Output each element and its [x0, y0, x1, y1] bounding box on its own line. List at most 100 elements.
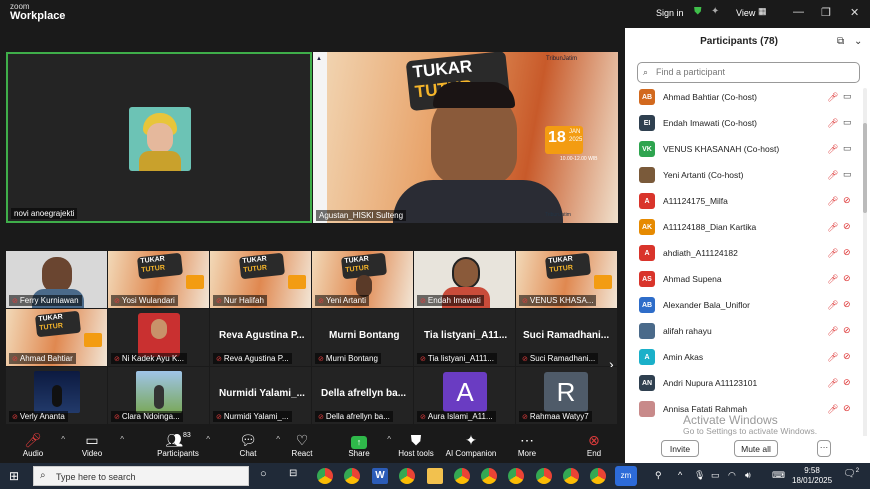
- word-icon[interactable]: W: [372, 468, 388, 484]
- video-tile[interactable]: TUKAR TUTUR ⊘ Ahmad Bahtiar: [6, 309, 107, 366]
- chrome-icon[interactable]: [399, 468, 415, 484]
- sign-in-button[interactable]: Sign in: [656, 8, 684, 18]
- chrome-icon[interactable]: [590, 468, 606, 484]
- video-tile[interactable]: Murni Bontang ⊘ Murni Bontang: [312, 309, 413, 366]
- notification-icon[interactable]: 🗨︎2: [843, 468, 859, 479]
- camera-icon[interactable]: ▭: [843, 91, 852, 102]
- video-button[interactable]: ▭ Video ^: [64, 432, 124, 458]
- microphone-icon[interactable]: 🎙︎: [694, 470, 705, 481]
- chrome-icon[interactable]: [536, 468, 552, 484]
- minimize-button[interactable]: —: [793, 6, 804, 18]
- widgets-icon[interactable]: ⊟: [289, 468, 297, 479]
- mic-muted-icon[interactable]: 🎤︎: [827, 404, 838, 415]
- keyboard-icon[interactable]: ⌨: [772, 470, 785, 481]
- popout-icon[interactable]: ⧉: [837, 36, 844, 47]
- search-input[interactable]: ⌕ Find a participant: [637, 62, 860, 83]
- chrome-icon[interactable]: [454, 468, 470, 484]
- camera-off-icon[interactable]: ⊘: [843, 247, 851, 258]
- scrollbar-thumb[interactable]: [863, 123, 867, 213]
- participant-row[interactable]: EI Endah Imawati (Co-host) 🎤︎ ▭: [625, 111, 857, 137]
- video-tile[interactable]: TUKAR TUTUR ⊘ Yeni Artanti: [312, 251, 413, 308]
- chat-button[interactable]: 💬︎ Chat ^: [220, 432, 280, 458]
- mic-muted-icon[interactable]: 🎤︎: [827, 92, 838, 103]
- mic-muted-icon[interactable]: 🎤︎: [827, 170, 838, 181]
- camera-off-icon[interactable]: ⊘: [843, 377, 851, 388]
- host-tools-button[interactable]: ⛊ Host tools: [388, 432, 444, 458]
- video-tile[interactable]: ⊘ Ferry Kurniawan: [6, 251, 107, 308]
- participant-row[interactable]: alifah rahayu 🎤︎ ⊘: [625, 319, 857, 345]
- chrome-icon[interactable]: [481, 468, 497, 484]
- battery-icon[interactable]: ▭: [711, 470, 720, 481]
- mic-muted-icon[interactable]: 🎤︎: [827, 196, 838, 207]
- system-clock[interactable]: 9:58 18/01/2025: [792, 466, 832, 485]
- chrome-icon[interactable]: [317, 468, 333, 484]
- mic-muted-icon[interactable]: 🎤︎: [827, 326, 838, 337]
- mic-muted-icon[interactable]: 🎤︎: [827, 274, 838, 285]
- video-tile[interactable]: ⊘ Clara Ndoinga...: [108, 367, 209, 424]
- taskbar-search[interactable]: ⌕ Type here to search: [33, 466, 249, 486]
- video-tile[interactable]: ⊘ Verly Ananta: [6, 367, 107, 424]
- participant-row[interactable]: VK VENUS KHASANAH (Co-host) 🎤︎ ▭: [625, 137, 857, 163]
- video-tile[interactable]: TUKAR TUTUR ⊘ VENUS KHASA...: [516, 251, 617, 308]
- mic-muted-icon[interactable]: 🎤︎: [827, 300, 838, 311]
- more-button[interactable]: ⋯ More: [499, 432, 555, 458]
- participant-row[interactable]: AN Andri Nupura A11123101 🎤︎ ⊘: [625, 371, 857, 397]
- close-button[interactable]: ✕: [850, 6, 859, 19]
- sparkle-icon[interactable]: ✦: [711, 6, 719, 17]
- chevron-up-icon[interactable]: ^: [678, 470, 682, 480]
- windows-start-icon[interactable]: ⊞: [9, 469, 19, 483]
- mic-muted-icon[interactable]: 🎤︎: [827, 378, 838, 389]
- chevron-up-icon[interactable]: ^: [206, 435, 210, 444]
- restore-button[interactable]: ❐: [821, 6, 831, 19]
- participant-row[interactable]: AK A11124188_Dian Kartika 🎤︎ ⊘: [625, 215, 857, 241]
- camera-off-icon[interactable]: ⊘: [843, 221, 851, 232]
- video-tile-novi[interactable]: novi anoegrajekti: [6, 52, 312, 223]
- end-button[interactable]: ⊗ End: [566, 432, 622, 458]
- participants-button[interactable]: 👥︎83 Participants ^: [150, 432, 210, 458]
- chrome-icon[interactable]: [344, 468, 360, 484]
- camera-icon[interactable]: ▭: [843, 169, 852, 180]
- video-tile[interactable]: ⊘ Ni Kadek Ayu K...: [108, 309, 209, 366]
- video-tile[interactable]: TUKAR TUTUR ⊘ Nur Halifah: [210, 251, 311, 308]
- video-tile[interactable]: Suci Ramadhani... ⊘ Suci Ramadhani...: [516, 309, 617, 366]
- camera-off-icon[interactable]: ⊘: [843, 299, 851, 310]
- audio-button[interactable]: 🎤︎ Audio ^: [5, 432, 65, 458]
- chrome-icon[interactable]: [563, 468, 579, 484]
- chevron-down-icon[interactable]: ⌄: [854, 36, 862, 47]
- chrome-icon[interactable]: [508, 468, 524, 484]
- video-tile[interactable]: Della afrellyn ba... ⊘ Della afrellyn ba.…: [312, 367, 413, 424]
- camera-icon[interactable]: ▭: [843, 143, 852, 154]
- camera-off-icon[interactable]: ⊘: [843, 351, 851, 362]
- video-tile[interactable]: Reva Agustina P... ⊘ Reva Agustina P...: [210, 309, 311, 366]
- folder-icon[interactable]: [427, 468, 443, 484]
- mic-muted-icon[interactable]: 🎤︎: [827, 118, 838, 129]
- participant-row[interactable]: Yeni Artanti (Co-host) 🎤︎ ▭: [625, 163, 857, 189]
- camera-icon[interactable]: ▭: [843, 117, 852, 128]
- participant-row[interactable]: A A11124175_Milfa 🎤︎ ⊘: [625, 189, 857, 215]
- participant-row[interactable]: AB Ahmad Bahtiar (Co-host) 🎤︎ ▭: [625, 85, 857, 111]
- video-tile-agustan[interactable]: ▲ TUKAR TUTUR TribunJatim 18 JAN 2025 10…: [313, 52, 618, 223]
- video-tile[interactable]: TUKAR TUTUR ⊘ Yosi Wulandari: [108, 251, 209, 308]
- video-tile[interactable]: Tia listyani_A11... ⊘ Tia listyani_A111..…: [414, 309, 515, 366]
- wifi-icon[interactable]: ◠: [728, 470, 736, 481]
- video-tile[interactable]: ⊘ Endah Imawati: [414, 251, 515, 308]
- video-tile[interactable]: Nurmidi Yalami_... ⊘ Nurmidi Yalami_...: [210, 367, 311, 424]
- people-icon[interactable]: ⚲: [655, 470, 662, 481]
- participant-row[interactable]: A Amin Akas 🎤︎ ⊘: [625, 345, 857, 371]
- more-options-button[interactable]: ···: [817, 440, 831, 457]
- video-tile[interactable]: R ⊘ Rahmaa Watyy7: [516, 367, 617, 424]
- mic-muted-icon[interactable]: 🎤︎: [827, 352, 838, 363]
- mic-muted-icon[interactable]: 🎤︎: [827, 144, 838, 155]
- mic-muted-icon[interactable]: 🎤︎: [827, 222, 838, 233]
- task-view-icon[interactable]: ○: [260, 468, 267, 480]
- participant-row[interactable]: AS Ahmad Supena 🎤︎ ⊘: [625, 267, 857, 293]
- volume-icon[interactable]: 🔊︎: [745, 470, 751, 481]
- grid-icon[interactable]: ▦: [758, 6, 767, 17]
- video-tile[interactable]: A ⊘ Aura Islami_A11...: [414, 367, 515, 424]
- participant-row[interactable]: AB Alexander Bala_Uniflor 🎤︎ ⊘: [625, 293, 857, 319]
- mute-all-button[interactable]: Mute all: [734, 440, 778, 457]
- share-button[interactable]: ↑ Share ^: [331, 432, 391, 458]
- ai-companion-button[interactable]: ✦ AI Companion: [443, 432, 499, 458]
- participant-row[interactable]: Aahdiath_A11124182 🎤︎ ⊘: [625, 241, 857, 267]
- camera-off-icon[interactable]: ⊘: [843, 195, 851, 206]
